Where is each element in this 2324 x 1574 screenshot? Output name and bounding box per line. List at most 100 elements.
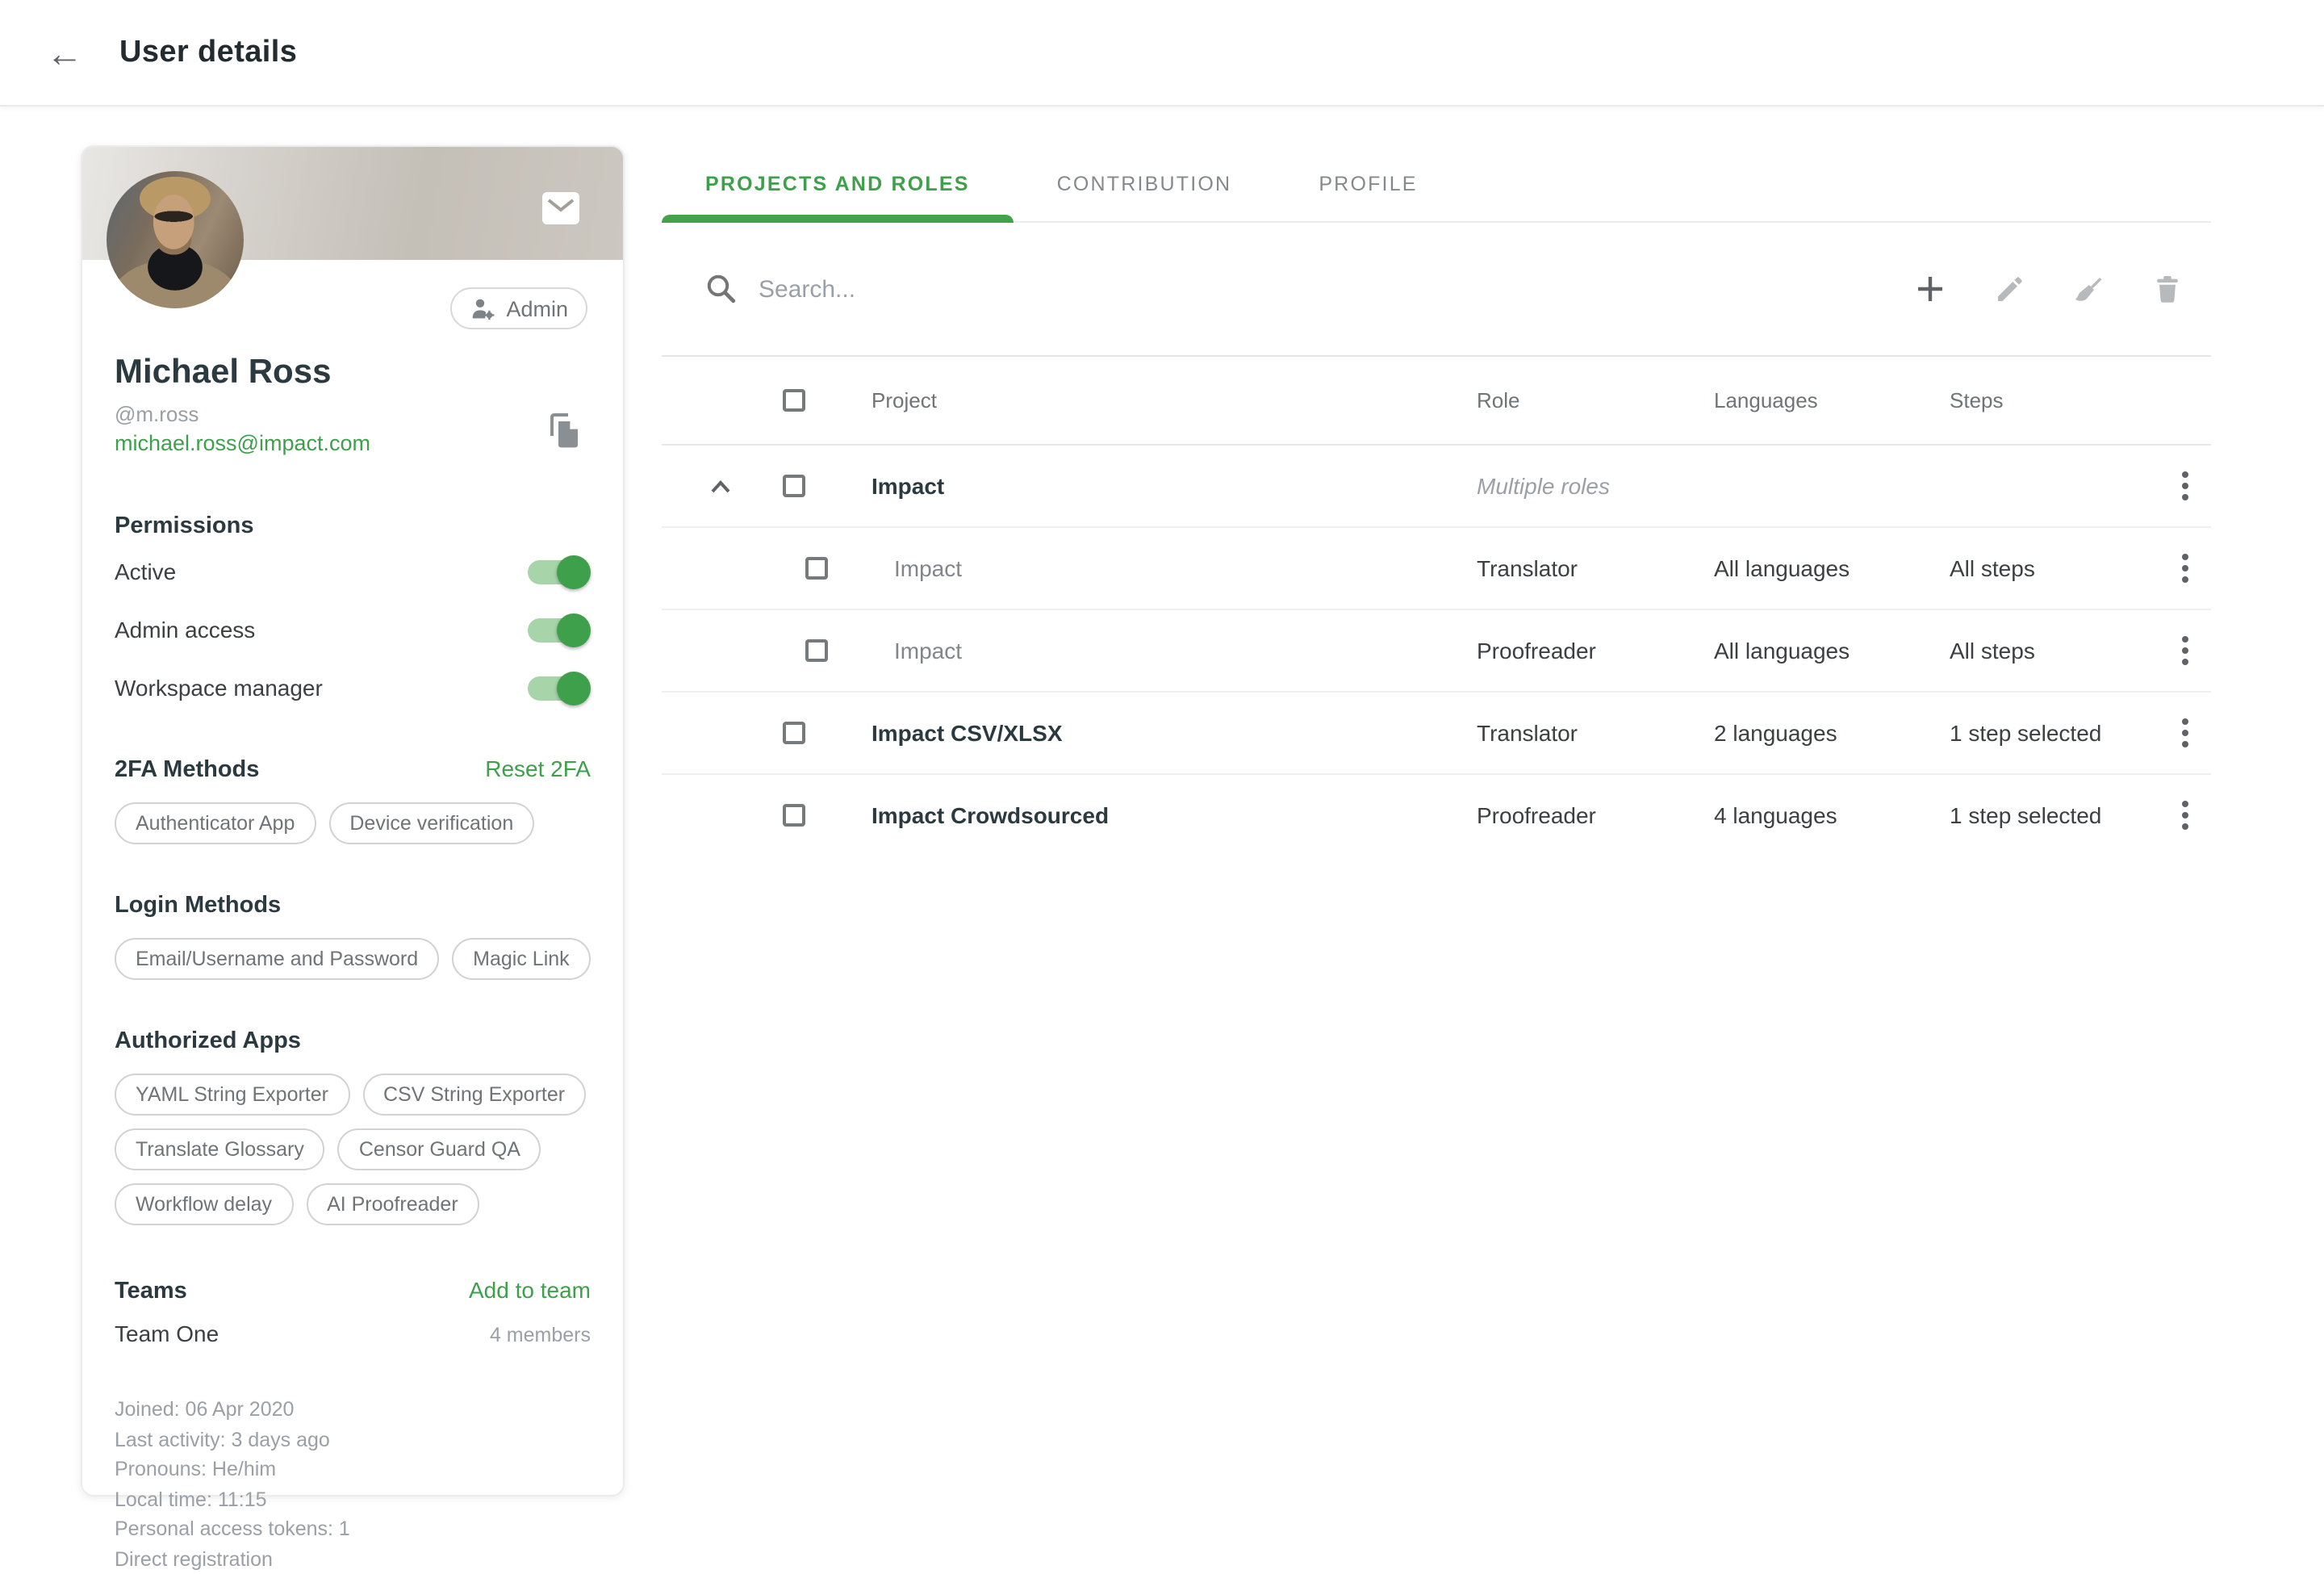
back-button[interactable]: ← xyxy=(39,27,90,78)
select-all-checkbox[interactable] xyxy=(783,389,805,412)
user-avatar xyxy=(107,171,244,308)
authorized-app-chip: YAML String Exporter xyxy=(115,1074,349,1116)
tab-contribution[interactable]: CONTRIBUTION xyxy=(1014,145,1276,221)
permissions-heading: Permissions xyxy=(115,513,591,539)
user-details-page: ← User details Admin xyxy=(0,0,2324,1558)
table-row-group-impact: Impact Multiple roles xyxy=(662,446,2211,528)
toggle-label: Admin access xyxy=(115,617,255,643)
tab-projects-and-roles[interactable]: PROJECTS AND ROLES xyxy=(662,145,1014,221)
team-row: Team One 4 members xyxy=(115,1321,591,1346)
column-header-languages: Languages xyxy=(1714,388,1818,412)
send-email-button[interactable] xyxy=(542,192,579,224)
row-checkbox[interactable] xyxy=(805,557,828,580)
login-methods: Email/Username and Password Magic Link xyxy=(115,938,591,980)
table-row-impact-csv-xlsx: Impact CSV/XLSX Translator 2 languages 1… xyxy=(662,693,2211,775)
reset-2fa-link[interactable]: Reset 2FA xyxy=(485,756,591,781)
row-checkbox[interactable] xyxy=(783,804,805,827)
active-toggle[interactable] xyxy=(528,559,587,584)
project-role: Multiple roles xyxy=(1477,473,1610,499)
twofa-heading: 2FA Methods xyxy=(115,757,259,783)
table-row-impact-proofreader: Impact Proofreader All languages All ste… xyxy=(662,610,2211,693)
admin-badge-label: Admin xyxy=(506,296,568,320)
team-members-count: 4 members xyxy=(490,1324,591,1346)
project-role: Proofreader xyxy=(1477,802,1596,828)
project-languages: All languages xyxy=(1714,555,1850,581)
toggle-label: Workspace manager xyxy=(115,675,323,701)
row-menu-button[interactable] xyxy=(2176,465,2195,507)
project-name: Impact xyxy=(872,473,944,499)
meta-pronouns: Pronouns: He/him xyxy=(115,1455,591,1484)
broom-icon xyxy=(2072,273,2105,305)
teams-heading: Teams xyxy=(115,1279,187,1304)
row-menu-button[interactable] xyxy=(2176,712,2195,754)
twofa-method-chip: Device verification xyxy=(328,802,534,844)
user-details-panel: PROJECTS AND ROLES CONTRIBUTION PROFILE xyxy=(662,145,2211,856)
project-languages: 2 languages xyxy=(1714,720,1837,746)
toggle-thumb xyxy=(557,555,591,588)
add-project-button[interactable] xyxy=(1914,273,1946,305)
row-checkbox[interactable] xyxy=(783,475,805,497)
login-methods-heading: Login Methods xyxy=(115,893,591,919)
table-row-impact-crowdsourced: Impact Crowdsourced Proofreader 4 langua… xyxy=(662,775,2211,856)
team-name: Team One xyxy=(115,1321,219,1346)
plus-icon xyxy=(1914,273,1946,305)
row-menu-button[interactable] xyxy=(2176,630,2195,672)
arrow-left-icon: ← xyxy=(46,31,83,73)
admin-user-gear-icon xyxy=(469,296,496,320)
row-menu-button[interactable] xyxy=(2176,794,2195,836)
projects-toolbar xyxy=(662,223,2211,357)
twofa-method-chip: Authenticator App xyxy=(115,802,316,844)
project-steps: All steps xyxy=(1950,555,2035,581)
project-role: Translator xyxy=(1477,720,1578,746)
project-name: Impact xyxy=(894,555,962,581)
chevron-up-icon xyxy=(710,479,731,494)
authorized-apps: YAML String Exporter CSV String Exporter… xyxy=(115,1074,591,1225)
search-icon xyxy=(705,273,738,305)
project-name: Impact xyxy=(894,638,962,664)
delete-button[interactable] xyxy=(2151,273,2184,305)
edit-button[interactable] xyxy=(1993,273,2025,305)
project-languages: 4 languages xyxy=(1714,802,1837,828)
permission-row-active: Active xyxy=(115,546,591,597)
permission-row-workspace-manager: Workspace manager xyxy=(115,662,591,714)
top-app-bar: ← User details xyxy=(0,0,2324,107)
row-checkbox[interactable] xyxy=(783,722,805,744)
permission-row-admin-access: Admin access xyxy=(115,604,591,655)
search-input[interactable] xyxy=(755,274,1914,304)
project-role: Proofreader xyxy=(1477,638,1596,664)
column-header-role: Role xyxy=(1477,388,1520,412)
tab-profile[interactable]: PROFILE xyxy=(1275,145,1461,221)
toggle-thumb xyxy=(557,671,591,705)
project-steps: 1 step selected xyxy=(1950,720,2101,746)
user-username: @m.ross xyxy=(115,402,591,426)
add-to-team-link[interactable]: Add to team xyxy=(469,1277,591,1303)
tab-bar: PROJECTS AND ROLES CONTRIBUTION PROFILE xyxy=(662,145,2211,223)
table-header-row: Project Role Languages Steps xyxy=(662,357,2211,446)
toolbar-actions xyxy=(1914,273,2184,305)
project-name: Impact Crowdsourced xyxy=(872,802,1109,828)
user-email: michael.ross@impact.com xyxy=(115,431,591,455)
admin-access-toggle[interactable] xyxy=(528,617,587,642)
meta-local-time: Local time: 11:15 xyxy=(115,1484,591,1514)
workspace-manager-toggle[interactable] xyxy=(528,676,587,700)
pencil-icon xyxy=(1993,273,2025,305)
collapse-row-button[interactable] xyxy=(707,470,734,502)
project-steps: 1 step selected xyxy=(1950,802,2101,828)
authorized-app-chip: Workflow delay xyxy=(115,1183,293,1225)
clear-broom-button[interactable] xyxy=(2072,273,2105,305)
page-title: User details xyxy=(119,35,297,70)
authorized-app-chip: CSV String Exporter xyxy=(362,1074,586,1116)
row-checkbox[interactable] xyxy=(805,639,828,662)
meta-access-tokens: Personal access tokens: 1 xyxy=(115,1514,591,1544)
authorized-app-chip: AI Proofreader xyxy=(306,1183,479,1225)
twofa-methods: Authenticator App Device verification xyxy=(115,802,591,844)
table-row-impact-translator: Impact Translator All languages All step… xyxy=(662,528,2211,610)
project-name: Impact CSV/XLSX xyxy=(872,720,1063,746)
toggle-label: Active xyxy=(115,559,176,584)
authorized-app-chip: Censor Guard QA xyxy=(338,1128,541,1170)
row-menu-button[interactable] xyxy=(2176,547,2195,589)
user-meta-info: Joined: 06 Apr 2020 Last activity: 3 day… xyxy=(115,1395,591,1574)
meta-registration: Direct registration xyxy=(115,1544,591,1574)
project-steps: All steps xyxy=(1950,638,2035,664)
project-languages: All languages xyxy=(1714,638,1850,664)
